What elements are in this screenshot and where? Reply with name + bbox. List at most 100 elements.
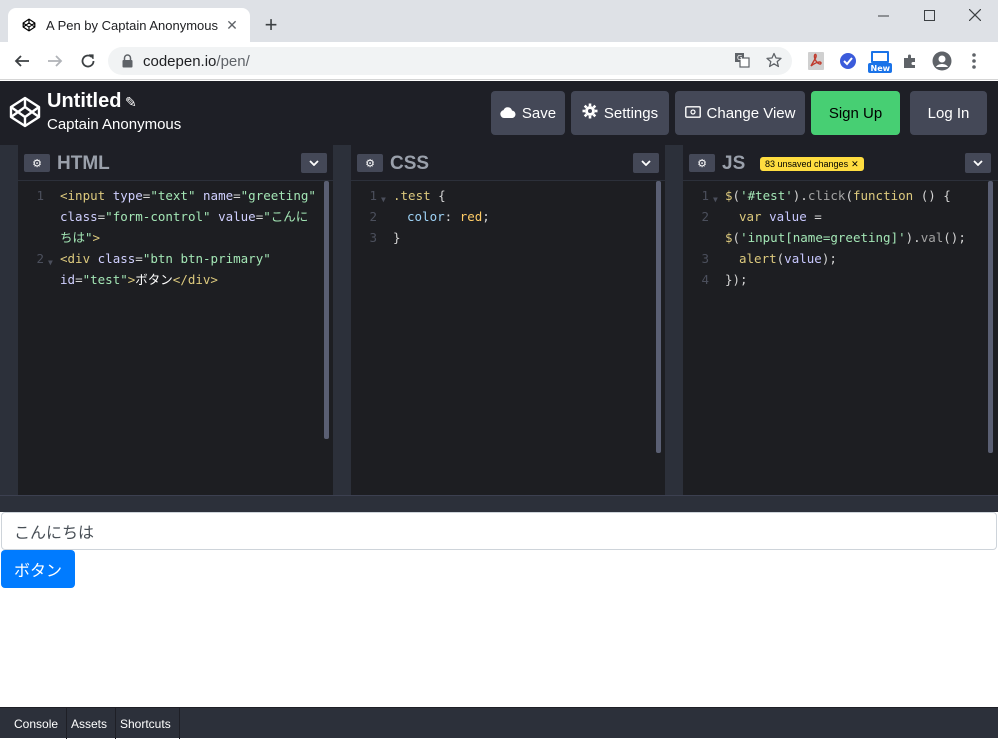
back-arrow-icon[interactable] — [10, 49, 34, 73]
js-editor-title: JS — [722, 153, 746, 174]
translate-icon[interactable]: G — [730, 48, 754, 72]
code-line: color: red; — [407, 209, 490, 224]
js-editor-panel: ⚙ JS 83 unsaved changes ✕ 1 ▼ $('#test')… — [683, 145, 998, 495]
css-settings-gear-icon[interactable]: ⚙ — [357, 154, 383, 172]
browser-menu-icon[interactable] — [964, 51, 984, 71]
greeting-input[interactable]: こんにちは — [1, 512, 997, 550]
html-editor-panel: ⚙ HTML 1 <input type="text" name="greeti… — [18, 145, 333, 495]
line-number: 1 — [701, 188, 709, 203]
line-number: 2 — [369, 209, 377, 224]
sign-up-button[interactable]: Sign Up — [811, 91, 900, 135]
save-button[interactable]: Save — [491, 91, 565, 135]
new-tab-icon[interactable]: + — [260, 12, 282, 38]
check-extension-icon[interactable] — [838, 51, 858, 71]
editor-divider[interactable] — [333, 145, 351, 495]
css-collapse-chevron-icon[interactable] — [633, 153, 659, 173]
css-editor-panel: ⚙ CSS 1 ▼ .test { 2 color: red; 3 } — [351, 145, 665, 495]
unsaved-changes-label: 83 unsaved changes — [765, 159, 849, 169]
fold-arrow-icon[interactable]: ▼ — [48, 252, 53, 273]
lock-icon — [122, 54, 133, 68]
html-code-area[interactable]: 1 <input type="text" name="greeting" cla… — [18, 181, 333, 495]
pdf-extension-icon[interactable] — [806, 51, 826, 71]
settings-label: Settings — [603, 104, 659, 122]
html-editor-title: HTML — [57, 153, 110, 174]
bookmark-star-icon[interactable] — [762, 48, 786, 72]
reload-icon[interactable] — [76, 49, 100, 73]
fold-arrow-icon[interactable]: ▼ — [713, 189, 718, 210]
css-editor-header: ⚙ CSS — [351, 145, 665, 181]
minimize-icon[interactable] — [860, 0, 906, 30]
css-editor-title: CSS — [390, 153, 430, 174]
dismiss-badge-icon[interactable]: ✕ — [851, 159, 859, 170]
url-path: /pen/ — [216, 52, 250, 70]
greeting-input-value: こんにちは — [14, 525, 95, 542]
line-number: 2 — [36, 251, 44, 266]
result-preview: こんにちは ボタン — [0, 512, 998, 707]
js-collapse-chevron-icon[interactable] — [965, 153, 991, 173]
line-number: 3 — [701, 251, 709, 266]
new-extension-icon[interactable]: New — [868, 50, 892, 74]
code-line: <div class="btn btn-primary" — [60, 251, 271, 266]
sign-up-label: Sign Up — [828, 104, 883, 122]
code-line: <input type="text" name="greeting" — [60, 188, 316, 203]
editor-area: ⚙ HTML 1 <input type="text" name="greeti… — [0, 145, 998, 495]
shortcuts-tab[interactable]: Shortcuts — [112, 708, 180, 739]
line-number: 4 — [701, 272, 709, 287]
test-button-label: ボタン — [13, 563, 62, 580]
codepen-header: Untitled ✎ Captain Anonymous Save Settin… — [0, 81, 998, 145]
close-tab-icon[interactable]: ✕ — [224, 17, 240, 34]
code-line: alert(value); — [739, 251, 837, 266]
puzzle-extensions-icon[interactable] — [900, 51, 920, 71]
js-editor-header: ⚙ JS 83 unsaved changes ✕ — [683, 145, 998, 181]
change-view-label: Change View — [706, 104, 796, 122]
test-button[interactable]: ボタン — [1, 550, 75, 588]
svg-text:G: G — [737, 54, 742, 62]
codepen-logo-icon[interactable] — [8, 95, 42, 129]
code-line: $('input[name=greeting]').val(); — [725, 230, 966, 245]
browser-toolbar: codepen.io/pen/ G New — [0, 42, 998, 80]
code-line: id="test">ボタン</div> — [60, 272, 218, 287]
log-in-label: Log In — [927, 104, 970, 122]
html-scrollbar[interactable] — [324, 181, 329, 439]
settings-button[interactable]: Settings — [571, 91, 669, 135]
fold-arrow-icon[interactable]: ▼ — [381, 189, 386, 210]
line-number: 1 — [36, 188, 44, 203]
codepen-footer: Console Assets Shortcuts — [0, 707, 998, 739]
console-tab[interactable]: Console — [6, 708, 68, 739]
profile-avatar-icon[interactable] — [932, 51, 952, 71]
html-settings-gear-icon[interactable]: ⚙ — [24, 154, 50, 172]
code-line: var value = — [739, 209, 822, 224]
code-line: $('#test').click(function () { — [725, 188, 951, 203]
editor-divider[interactable] — [665, 145, 683, 495]
code-line: } — [393, 230, 401, 245]
url-text: codepen.io/pen/ — [143, 53, 250, 70]
editor-left-gutter — [0, 145, 18, 495]
log-in-button[interactable]: Log In — [910, 91, 987, 135]
edit-title-pencil-icon[interactable]: ✎ — [125, 94, 137, 111]
maximize-icon[interactable] — [906, 0, 952, 30]
gear-icon — [582, 103, 598, 123]
pen-author: Captain Anonymous — [47, 116, 182, 133]
line-number: 3 — [369, 230, 377, 245]
html-collapse-chevron-icon[interactable] — [301, 153, 327, 173]
css-code-area[interactable]: 1 ▼ .test { 2 color: red; 3 } — [351, 181, 665, 495]
pen-title[interactable]: Untitled — [47, 90, 121, 113]
code-line: class="form-control" value="こんに — [60, 209, 309, 224]
browser-tab[interactable]: A Pen by Captain Anonymous ✕ — [8, 8, 250, 42]
js-code-area[interactable]: 1 ▼ $('#test').click(function () { 2 var… — [683, 181, 998, 495]
line-number: 2 — [701, 209, 709, 224]
js-settings-gear-icon[interactable]: ⚙ — [689, 154, 715, 172]
unsaved-changes-badge[interactable]: 83 unsaved changes ✕ — [760, 157, 864, 171]
css-scrollbar[interactable] — [656, 181, 661, 453]
change-view-button[interactable]: Change View — [675, 91, 805, 135]
forward-arrow-icon[interactable] — [43, 49, 67, 73]
preview-resize-handle[interactable] — [0, 495, 998, 512]
code-line: .test { — [393, 188, 446, 203]
codepen-favicon-icon — [22, 18, 36, 32]
browser-tab-strip: A Pen by Captain Anonymous ✕ + — [0, 0, 998, 42]
js-scrollbar[interactable] — [988, 181, 993, 453]
address-bar[interactable]: codepen.io/pen/ — [108, 47, 792, 75]
line-number: 1 — [369, 188, 377, 203]
window-close-icon[interactable] — [952, 0, 998, 30]
assets-tab[interactable]: Assets — [63, 708, 117, 739]
